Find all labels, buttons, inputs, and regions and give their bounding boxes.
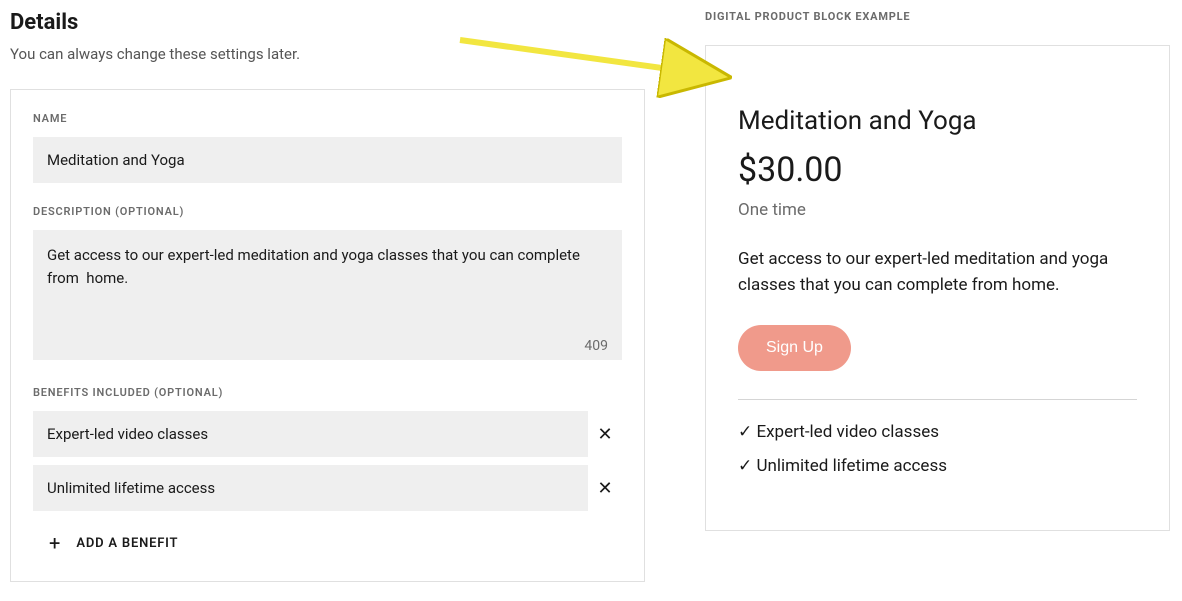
- preview-panel: DIGITAL PRODUCT BLOCK EXAMPLE Meditation…: [705, 10, 1170, 582]
- preview-description: Get access to our expert-led meditation …: [738, 246, 1137, 299]
- description-textarea[interactable]: [33, 230, 622, 360]
- preview-divider: [738, 399, 1137, 400]
- remove-benefit-icon[interactable]: ✕: [588, 416, 622, 453]
- name-input[interactable]: [33, 137, 622, 183]
- form-box: NAME DESCRIPTION (OPTIONAL) 409 BENEFITS…: [10, 89, 645, 582]
- preview-title: Meditation and Yoga: [738, 106, 1137, 136]
- benefit-input-0[interactable]: [33, 411, 588, 457]
- preview-benefit-1: ✓ Unlimited lifetime access: [738, 456, 1137, 476]
- plus-icon: +: [49, 533, 60, 553]
- add-benefit-button[interactable]: + ADD A BENEFIT: [33, 519, 622, 559]
- preview-price: $30.00: [738, 150, 1137, 190]
- name-label: NAME: [33, 112, 622, 125]
- remove-benefit-icon[interactable]: ✕: [588, 470, 622, 507]
- description-label: DESCRIPTION (OPTIONAL): [33, 205, 622, 218]
- benefits-label: BENEFITS INCLUDED (OPTIONAL): [33, 386, 622, 399]
- signup-button[interactable]: Sign Up: [738, 325, 851, 371]
- benefit-row: ✕: [33, 411, 622, 457]
- details-form: Details You can always change these sett…: [10, 10, 645, 582]
- preview-box: Meditation and Yoga $30.00 One time Get …: [705, 45, 1170, 531]
- add-benefit-label: ADD A BENEFIT: [76, 536, 178, 551]
- preview-benefit-0: ✓ Expert-led video classes: [738, 422, 1137, 442]
- benefit-input-1[interactable]: [33, 465, 588, 511]
- page-subtitle: You can always change these settings lat…: [10, 45, 645, 63]
- preview-header: DIGITAL PRODUCT BLOCK EXAMPLE: [705, 10, 1170, 23]
- char-count: 409: [584, 338, 608, 354]
- benefit-row: ✕: [33, 465, 622, 511]
- page-title: Details: [10, 10, 645, 35]
- preview-frequency: One time: [738, 200, 1137, 220]
